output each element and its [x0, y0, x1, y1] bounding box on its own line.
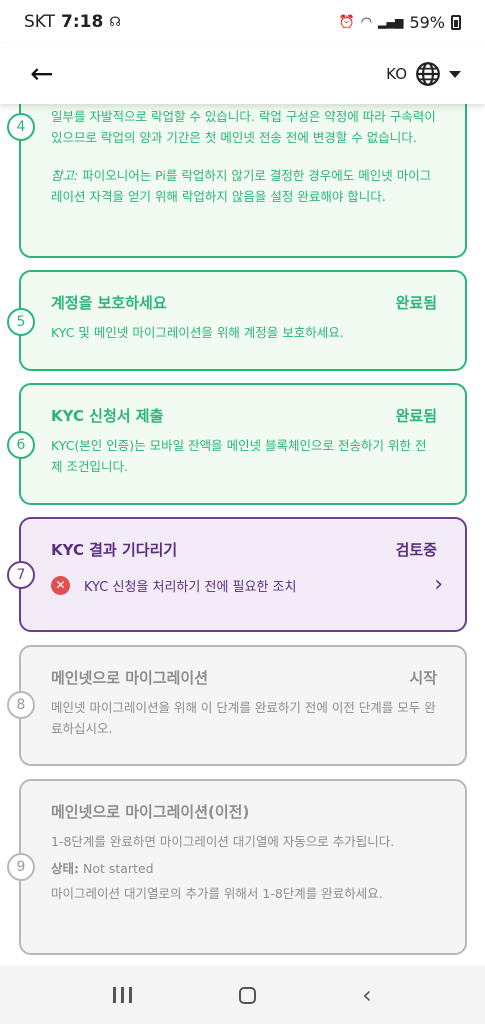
step-state: 상태: Not started	[51, 858, 437, 879]
status-badge: 완료됨	[395, 407, 437, 425]
language-selector[interactable]: KO	[386, 61, 461, 87]
note-text: 파이오니어는 Pi를 락업하지 않기로 결정한 경우에도 메인넷 마이그레이션 …	[51, 168, 432, 204]
recents-button[interactable]	[113, 987, 133, 1003]
steps-list[interactable]: 4 일부를 자발적으로 락업할 수 있습니다. 락업 구성은 약정에 따라 구속…	[0, 104, 485, 966]
status-badge: 검토중	[395, 541, 437, 559]
alarm-icon: ⏰	[338, 14, 355, 30]
step-number: 8	[7, 691, 35, 719]
step-9-card[interactable]: 9 메인넷으로 마이그레이션(이전) 1-8단계를 완료하면 마이그레이션 대기…	[7, 779, 467, 955]
step-title: KYC 결과 기다리기	[51, 541, 178, 559]
action-text: KYC 신청을 처리하기 전에 필요한 조치	[84, 579, 297, 595]
step-description: 메인넷 마이그레이션을 위해 이 단계를 완료하기 전에 이전 단계를 모두 완…	[51, 700, 436, 736]
battery-icon	[451, 14, 461, 30]
signal-icon: ▂▄▆	[378, 15, 404, 29]
required-action-row[interactable]: ✕ KYC 신청을 처리하기 전에 필요한 조치 ›	[51, 574, 443, 596]
note-label: 참고:	[51, 168, 79, 183]
system-nav-bar: ‹	[0, 966, 485, 1024]
error-x-icon: ✕	[51, 575, 70, 595]
globe-icon	[416, 62, 440, 86]
step-number: 4	[7, 113, 35, 141]
step-number: 5	[7, 308, 35, 336]
chevron-right-icon: ›	[434, 572, 443, 597]
step-description: KYC(본인 인증)는 모바일 잔액을 메인넷 블록체인으로 전송하기 위한 전…	[51, 438, 427, 474]
chevron-down-icon	[449, 70, 461, 78]
state-value: Not started	[79, 861, 154, 876]
status-bar: SKT 7:18 ☊ ⏰ ◠ ▂▄▆ 59%	[0, 0, 485, 44]
back-arrow-icon[interactable]: ←	[30, 60, 53, 88]
step-description: 1-8단계를 완료하면 마이그레이션 대기열에 자동으로 추가됩니다.	[51, 834, 395, 849]
step-title: 메인넷으로 마이그레이션	[51, 669, 209, 687]
step-6-card[interactable]: 6 KYC 신청서 제출 완료됨 KYC(본인 인증)는 모바일 잔액을 메인넷…	[7, 383, 467, 505]
language-code: KO	[386, 65, 407, 83]
app-bar: ← KO	[0, 44, 485, 104]
step-description-2: 마이그레이션 대기열로의 추가를 위해서 1-8단계를 완료하세요.	[51, 886, 383, 901]
step-description: KYC 및 메인넷 마이그레이션을 위해 계정을 보호하세요.	[51, 325, 344, 340]
home-button[interactable]	[238, 986, 256, 1004]
wifi-icon: ◠	[360, 14, 373, 30]
step-4-card: 4 일부를 자발적으로 락업할 수 있습니다. 락업 구성은 약정에 따라 구속…	[7, 104, 467, 258]
notification-icon: ☊	[109, 14, 121, 30]
status-badge: 완료됨	[395, 294, 437, 312]
step-description: 일부를 자발적으로 락업할 수 있습니다. 락업 구성은 약정에 따라 구속력이…	[51, 109, 436, 145]
step-8-card[interactable]: 8 메인넷으로 마이그레이션 시작 메인넷 마이그레이션을 위해 이 단계를 완…	[7, 645, 467, 766]
step-title: 계정을 보호하세요	[51, 294, 167, 312]
battery-percent: 59%	[409, 12, 445, 32]
system-back-button[interactable]: ‹	[362, 981, 372, 1009]
step-note: 참고: 파이오니어는 Pi를 락업하지 않기로 결정한 경우에도 메인넷 마이그…	[51, 165, 437, 207]
step-number: 7	[7, 561, 35, 589]
step-title: 메인넷으로 마이그레이션(이전)	[51, 803, 250, 821]
status-badge: 시작	[409, 669, 437, 687]
step-7-card[interactable]: 7 KYC 결과 기다리기 검토중 ✕ KYC 신청을 처리하기 전에 필요한 …	[7, 517, 467, 632]
state-label: 상태:	[51, 861, 79, 876]
step-number: 9	[7, 853, 35, 881]
clock: 7:18	[61, 12, 104, 32]
step-5-card[interactable]: 5 계정을 보호하세요 완료됨 KYC 및 메인넷 마이그레이션을 위해 계정을…	[7, 270, 467, 371]
step-number: 6	[7, 431, 35, 459]
carrier: SKT	[24, 12, 56, 32]
step-title: KYC 신청서 제출	[51, 407, 164, 425]
